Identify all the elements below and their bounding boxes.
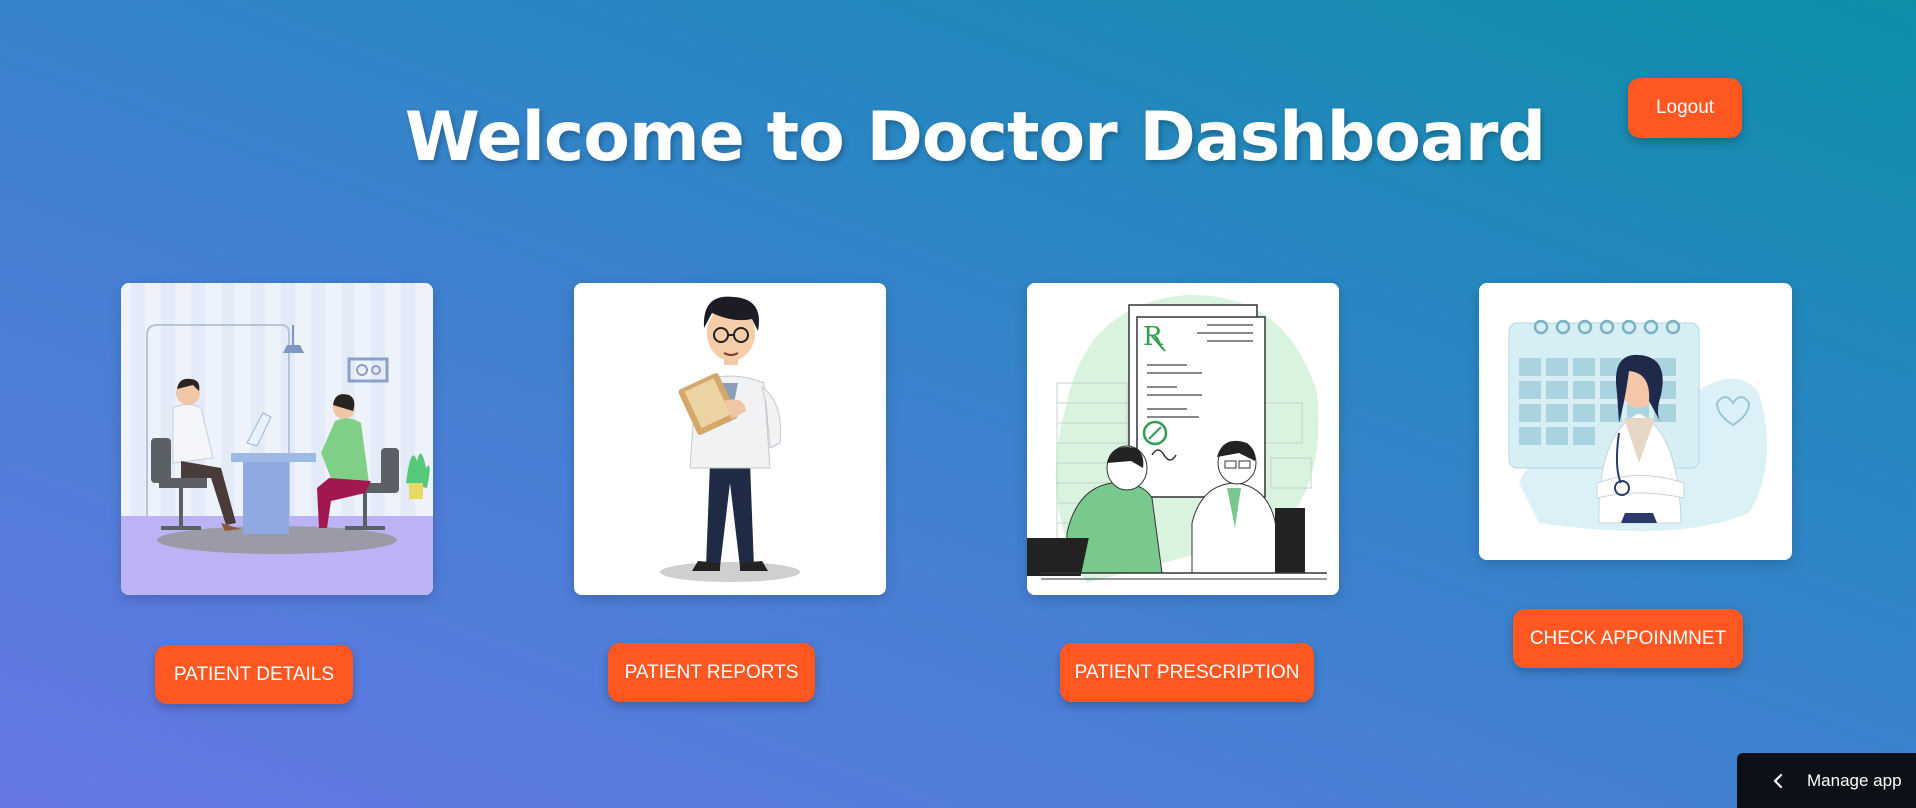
doctor-calendar-illustration	[1479, 283, 1792, 560]
chevron-left-icon	[1773, 773, 1783, 788]
manage-app-label: Manage app	[1807, 770, 1902, 790]
patient-reports-card[interactable]	[574, 283, 886, 595]
doctor-with-clipboard-illustration	[574, 283, 886, 595]
prescription-illustration: R	[1027, 283, 1339, 595]
patient-prescription-card[interactable]: R	[1027, 283, 1339, 595]
patient-details-button[interactable]: PATIENT DETAILS	[155, 645, 353, 704]
patient-prescription-button[interactable]: PATIENT PRESCRIPTION	[1060, 643, 1314, 702]
check-appointment-card[interactable]	[1479, 283, 1792, 560]
patient-details-card[interactable]	[121, 283, 433, 595]
logout-button[interactable]: Logout	[1628, 78, 1742, 138]
check-appointment-button[interactable]: CHECK APPOINMNET	[1513, 609, 1743, 668]
manage-app-button[interactable]: Manage app	[1737, 753, 1916, 808]
doctor-patient-consultation-illustration	[121, 283, 433, 595]
patient-reports-button[interactable]: PATIENT REPORTS	[608, 643, 815, 702]
